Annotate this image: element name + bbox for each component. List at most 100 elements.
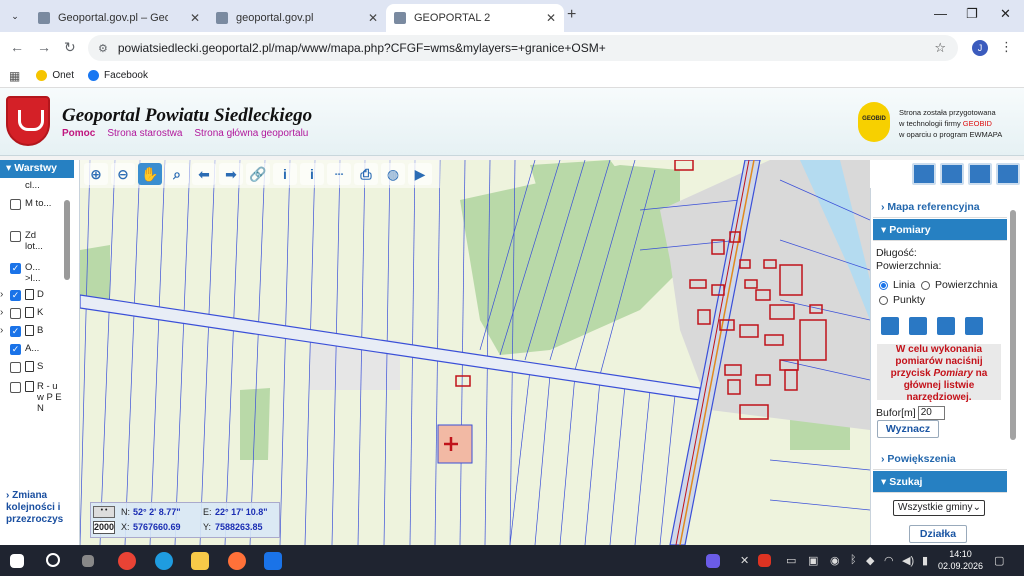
layout-left-panel-icon[interactable] xyxy=(940,163,964,185)
layer-checkbox[interactable]: ✓ xyxy=(10,344,21,355)
layer-item[interactable]: S xyxy=(0,361,74,373)
video-icon[interactable]: ▶ xyxy=(408,163,432,185)
battery-icon[interactable]: ▮ xyxy=(922,554,928,567)
pan-hand-icon[interactable]: ✋ xyxy=(138,163,162,185)
window-close-button[interactable]: ✕ xyxy=(1000,6,1011,22)
search-header[interactable]: ▾ Szukaj xyxy=(873,471,1007,493)
notifications-icon[interactable]: ▢ xyxy=(994,554,1004,567)
scale-value[interactable]: 2000 xyxy=(93,521,115,534)
zoom-out-icon[interactable]: ⊖ xyxy=(111,163,135,185)
antivirus-icon[interactable] xyxy=(758,554,771,567)
layer-info-icon[interactable] xyxy=(25,361,34,372)
close-icon[interactable]: ✕ xyxy=(546,11,556,25)
layer-item[interactable]: Zd lot... xyxy=(0,230,74,252)
outlook-icon[interactable] xyxy=(264,552,282,570)
folder-icon[interactable] xyxy=(909,317,927,335)
layout-right-panel-icon[interactable] xyxy=(996,163,1020,185)
task-view-icon[interactable] xyxy=(82,555,94,567)
windows-start-icon[interactable] xyxy=(10,554,24,568)
measure-ruler-icon[interactable]: ┄ xyxy=(327,163,351,185)
close-icon[interactable]: ✕ xyxy=(368,11,378,25)
layer-checkbox[interactable] xyxy=(10,362,21,373)
network-off-icon[interactable]: ✕ xyxy=(740,554,749,567)
layer-checkbox[interactable]: ✓ xyxy=(10,290,21,301)
layer-checkbox[interactable] xyxy=(10,231,21,242)
layer-info-icon[interactable] xyxy=(25,381,34,392)
nav-home-link[interactable]: Strona główna geoportalu xyxy=(194,128,308,139)
radio-area[interactable]: Powierzchnia xyxy=(921,279,997,291)
layer-item[interactable]: › K xyxy=(0,307,74,319)
firefox-icon[interactable] xyxy=(228,552,246,570)
layer-item[interactable]: ✓ O... >l... xyxy=(0,262,74,284)
radio-line[interactable]: Linia xyxy=(879,279,915,291)
nav-starostwo-link[interactable]: Strona starostwa xyxy=(107,128,182,139)
tray-icon[interactable]: ◉ xyxy=(830,554,840,567)
measurements-header[interactable]: ▾ Pomiary xyxy=(873,219,1007,241)
layer-item[interactable]: M to... xyxy=(0,198,74,210)
compute-button[interactable]: Wyznacz xyxy=(877,420,939,438)
forward-arrow-icon[interactable]: → xyxy=(37,39,51,55)
new-tab-button[interactable]: + xyxy=(567,6,576,24)
layout-window-icon[interactable] xyxy=(912,163,936,185)
radio-points[interactable]: Punkty xyxy=(879,294,925,306)
minimize-button[interactable]: — xyxy=(934,6,947,21)
tray-icon[interactable]: ▭ xyxy=(786,554,796,567)
layout-export-icon[interactable] xyxy=(968,163,992,185)
layer-item[interactable]: R - u w P E N xyxy=(0,381,74,414)
search-icon[interactable] xyxy=(46,553,60,567)
layer-item[interactable]: ✓ A... xyxy=(0,343,74,355)
zoom-in-icon[interactable]: ⊕ xyxy=(84,163,108,185)
bookmark-facebook[interactable]: Facebook xyxy=(88,70,148,81)
info-list-icon[interactable]: i xyxy=(300,163,324,185)
layer-checkbox[interactable]: ✓ xyxy=(10,326,21,337)
expand-chevron-icon[interactable]: › xyxy=(0,289,10,300)
layer-info-icon[interactable] xyxy=(25,325,34,336)
media-icon[interactable] xyxy=(706,554,720,568)
close-icon[interactable]: ✕ xyxy=(190,11,200,25)
reload-icon[interactable]: ↻ xyxy=(64,39,76,56)
tab-geoportal-gov[interactable]: geoportal.gov.pl ✕ xyxy=(208,4,386,32)
zoom-section-header[interactable]: › Powiększenia xyxy=(873,448,1007,470)
bluetooth-icon[interactable]: ᛒ xyxy=(850,554,857,566)
site-info-icon[interactable]: ⚙ xyxy=(98,42,108,55)
profile-avatar[interactable]: J xyxy=(972,40,988,56)
layer-info-icon[interactable] xyxy=(25,307,34,318)
layer-checkbox[interactable]: ✓ xyxy=(10,263,21,274)
next-view-icon[interactable]: ➡ xyxy=(219,163,243,185)
tab-geoportal-2[interactable]: GEOPORTAL 2 ✕ xyxy=(386,4,564,32)
municipality-select[interactable]: Wszystkie gminy ⌄ xyxy=(893,500,985,516)
taskbar-clock[interactable]: 14:10 02.09.2026 xyxy=(938,548,983,572)
layer-info-icon[interactable] xyxy=(25,289,34,300)
tab-geoportal-gov-infra[interactable]: Geoportal.gov.pl – Geoportal Infr ✕ xyxy=(30,4,208,32)
scale-icon[interactable]: • • xyxy=(93,506,115,518)
chrome-icon[interactable] xyxy=(118,552,136,570)
volume-icon[interactable]: ◀) xyxy=(902,554,914,567)
bookmark-onet[interactable]: Onet xyxy=(36,70,74,81)
edge-icon[interactable] xyxy=(155,552,173,570)
layer-checkbox[interactable] xyxy=(10,308,21,319)
expand-chevron-icon[interactable]: › xyxy=(0,325,10,336)
zoom-extent-icon[interactable]: ⌕ xyxy=(165,163,189,185)
file-explorer-icon[interactable] xyxy=(191,552,209,570)
trash-icon[interactable] xyxy=(965,317,983,335)
browser-menu-icon[interactable]: ⋮ xyxy=(1000,39,1013,55)
tray-icon[interactable]: ▣ xyxy=(808,554,818,567)
layer-checkbox[interactable] xyxy=(10,199,21,210)
buffer-input[interactable]: 20 xyxy=(917,406,945,420)
apps-grid-icon[interactable]: ▦ xyxy=(9,69,20,83)
print-icon[interactable]: ⎙ xyxy=(354,163,378,185)
reference-map-header[interactable]: › Mapa referencyjna xyxy=(873,196,1007,218)
layers-header[interactable]: ▾ Warstwy xyxy=(0,160,74,178)
parcel-button[interactable]: Działka xyxy=(909,525,967,543)
layer-item[interactable]: › ✓ D xyxy=(0,289,74,301)
save-icon[interactable] xyxy=(937,317,955,335)
wifi-icon[interactable]: ◠ xyxy=(884,554,894,567)
back-arrow-icon[interactable]: ← xyxy=(10,39,24,55)
bookmark-star-icon[interactable]: ☆ xyxy=(934,40,946,56)
tools-panel-scrollbar[interactable] xyxy=(1010,210,1016,440)
link-icon[interactable]: 🔗 xyxy=(246,163,270,185)
layer-item[interactable]: cl... xyxy=(0,180,74,191)
info-icon[interactable]: i xyxy=(273,163,297,185)
map-canvas[interactable] xyxy=(80,160,870,545)
tab-search-icon[interactable]: ⌄ xyxy=(6,7,24,25)
